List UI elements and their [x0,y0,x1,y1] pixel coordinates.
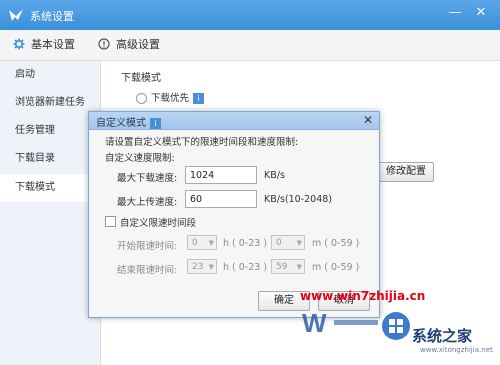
chevron-down-icon: ▼ [296,239,302,247]
gear-icon [12,30,26,60]
sidebar-item-task-management[interactable]: 任务管理 [0,117,100,145]
tab-basic-settings[interactable]: 基本设置 [12,30,75,60]
start-time-label: 开始限速时间: [117,241,178,252]
max-download-input[interactable]: 1024 [185,166,257,184]
watermark-brand: 系统之家 [412,327,473,345]
custom-period-label: 自定义限速时间段 [120,218,197,229]
end-minute-value: 59 [276,262,288,272]
watermark-url: www.win7zhijia.cn [300,289,426,303]
start-hour-value: 0 [192,238,198,248]
dialog-description: 请设置自定义模式下的限速时间段和速度限制: [105,137,299,148]
end-hour-select[interactable]: 23 ▼ [187,259,217,274]
end-time-label: 结束限速时间: [117,265,178,276]
window-titlebar: 系统设置 — ✕ [0,0,500,30]
dialog-title-text: 自定义模式 [96,118,146,129]
windows-logo-watermark: W [302,308,410,340]
speed-limit-heading: 自定义速度限制: [105,153,175,164]
info-icon: i [193,93,205,104]
option-download-priority[interactable]: 下载优先 i [136,90,205,104]
window-title: 系统设置 [30,10,74,23]
chevron-down-icon: ▼ [296,263,302,271]
minute-range-label: m ( 0-59 ) [312,262,360,273]
minimize-button[interactable]: — [446,4,464,22]
sidebar: 启动 浏览器新建任务 任务管理 下载目录 下载模式 [0,61,101,365]
max-upload-label: 最大上传速度: [117,197,178,208]
download-priority-radio[interactable] [136,93,147,104]
settings-tabbar: 基本设置 高级设置 [0,30,500,61]
app-logo-icon [9,9,23,21]
custom-period-checkbox[interactable] [105,216,116,227]
sidebar-item-startup[interactable]: 启动 [0,61,100,89]
max-download-unit: KB/s [264,170,285,181]
dialog-close-icon[interactable]: ✕ [363,113,373,127]
watermark-sub: www.xitongzhijia.net [420,346,493,354]
start-minute-value: 0 [276,238,282,248]
dialog-titlebar: 自定义模式 i ✕ [89,112,379,130]
tab-label: 基本设置 [31,38,75,51]
sidebar-item-download-mode[interactable]: 下载模式 [0,174,100,202]
info-icon: i [150,117,161,129]
end-hour-value: 23 [192,262,204,272]
modify-config-button[interactable]: 修改配置 [378,162,434,182]
hour-range-label: h ( 0-23 ) [223,262,268,273]
chevron-down-icon: ▼ [208,239,214,247]
info-circle-icon [97,30,111,60]
start-hour-select[interactable]: 0 ▼ [187,235,217,250]
option-label: 下载优先 [151,93,190,104]
chevron-down-icon: ▼ [208,263,214,271]
custom-mode-dialog: 自定义模式 i ✕ 请设置自定义模式下的限速时间段和速度限制: 自定义速度限制: … [88,111,380,318]
close-button[interactable]: ✕ [472,4,490,22]
svg-text:W: W [302,308,327,338]
dialog-title: 自定义模式 i [96,114,161,129]
start-minute-select[interactable]: 0 ▼ [271,235,305,250]
tab-label: 高级设置 [116,38,160,51]
end-minute-select[interactable]: 59 ▼ [271,259,305,274]
section-title: 下载模式 [121,73,161,84]
max-download-label: 最大下载速度: [117,173,178,184]
minute-range-label: m ( 0-59 ) [312,238,360,249]
sidebar-item-download-directory[interactable]: 下载目录 [0,145,100,173]
hour-range-label: h ( 0-23 ) [223,238,268,249]
max-upload-unit: KB/s(10-2048) [264,194,333,205]
tab-advanced-settings[interactable]: 高级设置 [97,30,160,60]
max-upload-input[interactable]: 60 [185,190,257,208]
sidebar-item-browser-new-task[interactable]: 浏览器新建任务 [0,89,100,117]
